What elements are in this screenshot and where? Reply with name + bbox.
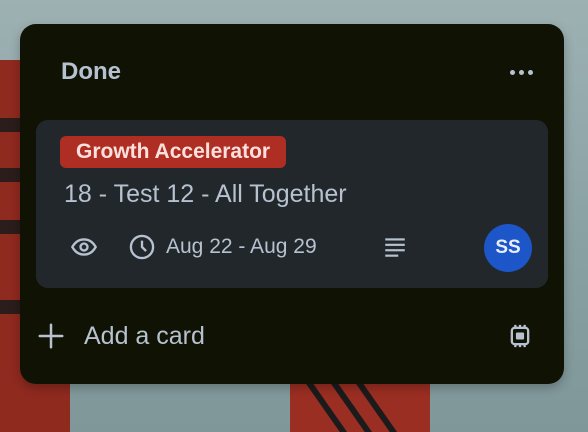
ellipsis-icon-dot	[518, 69, 524, 75]
list-title[interactable]: Done	[61, 58, 121, 86]
add-card-button[interactable]: Add a card	[36, 316, 205, 356]
list-more-button[interactable]	[504, 58, 538, 86]
list-footer: Add a card	[36, 316, 548, 356]
clock-icon	[128, 233, 156, 261]
list-header: Done	[61, 58, 538, 86]
card-template-icon	[506, 322, 534, 350]
add-card-label: Add a card	[84, 321, 205, 350]
due-date-text: Aug 22 - Aug 29	[166, 235, 317, 258]
ellipsis-icon-dot	[527, 69, 533, 75]
list-done: Done Growth Accelerator 18 - Test 12 - A…	[20, 24, 564, 384]
card-label[interactable]: Growth Accelerator	[60, 136, 287, 168]
due-date-badge[interactable]: Aug 22 - Aug 29	[128, 230, 317, 264]
plus-icon	[36, 321, 66, 351]
eye-icon	[70, 230, 98, 264]
card[interactable]: Growth Accelerator 18 - Test 12 - All To…	[36, 120, 548, 288]
card-title: 18 - Test 12 - All Together	[64, 180, 347, 208]
create-from-template-button[interactable]	[506, 322, 534, 350]
description-icon	[382, 230, 408, 264]
ellipsis-icon	[509, 69, 515, 75]
member-avatar[interactable]: SS	[484, 224, 532, 272]
